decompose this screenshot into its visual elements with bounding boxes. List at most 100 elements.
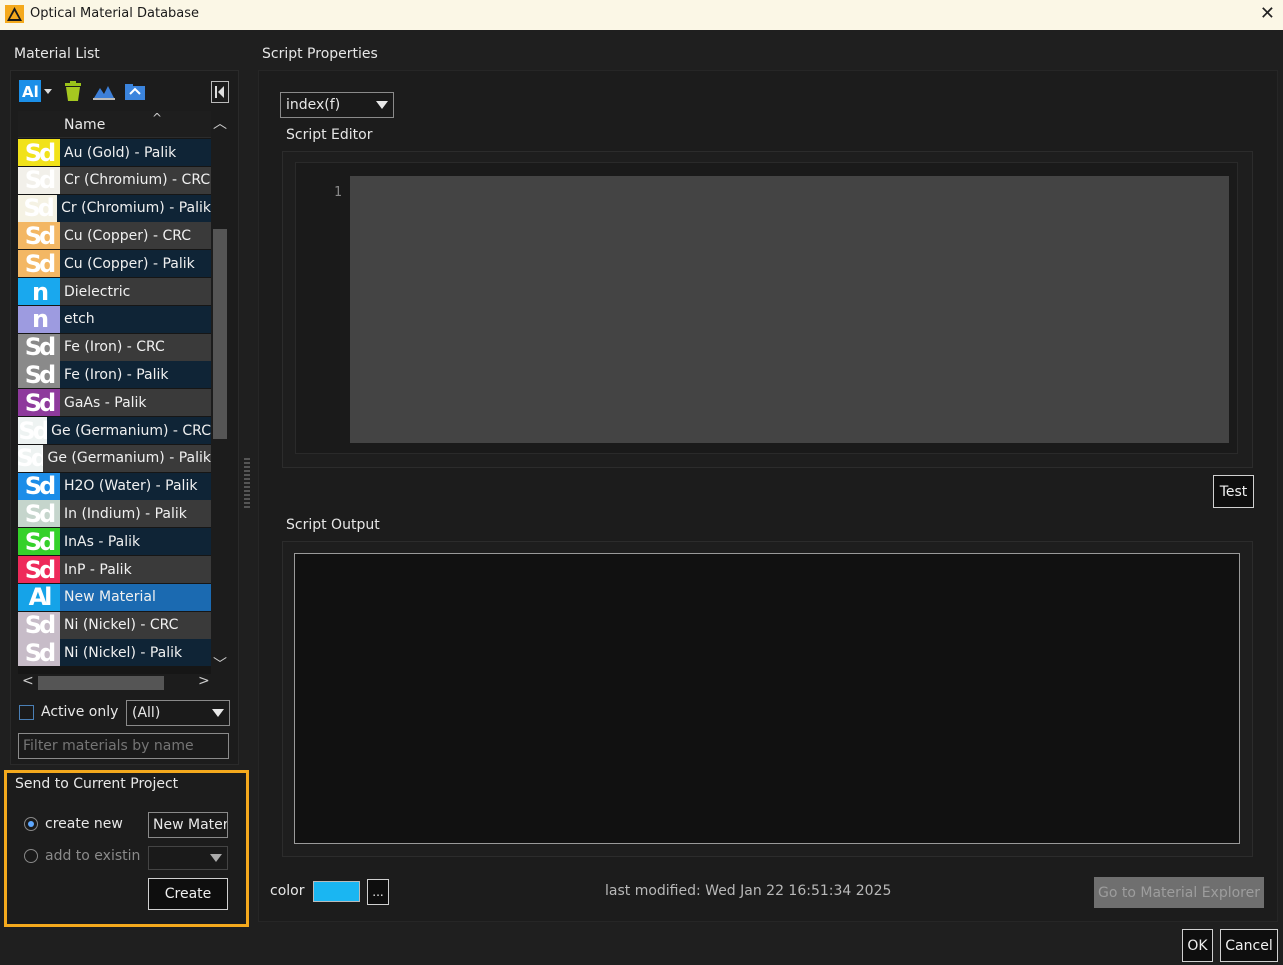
go-to-material-explorer-button[interactable]: Go to Material Explorer — [1094, 877, 1264, 908]
material-name: In (Indium) - Palik — [64, 505, 187, 522]
material-row[interactable]: Sd H2O (Water) - Palik — [18, 472, 211, 500]
material-name: Fe (Iron) - CRC — [64, 339, 165, 356]
script-editor-label: Script Editor — [286, 127, 373, 143]
material-row[interactable]: Sd InAs - Palik — [18, 528, 211, 556]
filter-materials-input[interactable] — [18, 733, 229, 759]
scroll-thumb[interactable] — [213, 229, 227, 439]
last-modified-text: last modified: Wed Jan 22 16:51:34 2025 — [605, 883, 892, 899]
material-type-icon: Sd — [18, 528, 60, 556]
close-icon[interactable]: ✕ — [1260, 3, 1275, 24]
chevron-up-icon[interactable]: ︿ — [211, 113, 229, 133]
panel-splitter[interactable] — [244, 458, 250, 508]
hscroll-thumb[interactable] — [38, 676, 164, 690]
title-bar: Optical Material Database ✕ — [0, 0, 1283, 30]
send-to-project-panel: Send to Current Project create new New M… — [4, 770, 249, 927]
material-name: etch — [64, 311, 95, 328]
material-name: Ni (Nickel) - CRC — [64, 617, 179, 634]
material-row[interactable]: Sd Cu (Copper) - CRC — [18, 222, 211, 250]
material-type-icon: Sd — [18, 333, 60, 361]
material-type-icon: Sd — [18, 444, 44, 472]
material-type-icon: Sd — [18, 222, 60, 250]
material-name: Dielectric — [64, 283, 131, 300]
material-name: Fe (Iron) - Palik — [64, 366, 169, 383]
delete-icon[interactable] — [62, 80, 84, 102]
chevron-left-icon[interactable]: < — [22, 673, 34, 689]
chevron-right-icon[interactable]: > — [198, 673, 210, 689]
create-new-label: create new — [45, 816, 123, 832]
active-only-checkbox[interactable] — [19, 705, 34, 720]
filter-select-value: (All) — [132, 705, 161, 721]
material-type-icon: Sd — [18, 417, 48, 444]
material-row[interactable]: Al New Material — [18, 583, 211, 611]
script-function-select[interactable]: index(f) — [280, 92, 394, 118]
material-name: Ge (Germanium) - Palik — [47, 450, 211, 467]
create-button[interactable]: Create — [148, 878, 228, 910]
collapse-panel-button[interactable] — [211, 81, 229, 103]
material-type-icon: Sd — [18, 166, 60, 194]
material-row[interactable]: Sd Fe (Iron) - Palik — [18, 361, 211, 389]
ok-button[interactable]: OK — [1182, 929, 1213, 962]
dropdown-caret-icon — [212, 709, 224, 717]
plot-icon[interactable] — [93, 80, 115, 102]
create-new-radio[interactable] — [24, 817, 38, 831]
material-type-icon: Sd — [18, 139, 60, 166]
material-row[interactable]: Sd Cr (Chromium) - CRC — [18, 166, 211, 194]
new-material-name-input[interactable]: New Materi — [148, 812, 228, 838]
material-row[interactable]: Sd In (Indium) - Palik — [18, 500, 211, 528]
material-name: Cu (Copper) - CRC — [64, 227, 192, 244]
material-type-icon: Al — [18, 583, 60, 611]
material-type-icon: Sd — [18, 361, 60, 389]
dropdown-caret-icon — [210, 854, 222, 862]
test-button[interactable]: Test — [1213, 475, 1254, 508]
material-row[interactable]: Sd Ni (Nickel) - CRC — [18, 611, 211, 639]
cancel-button[interactable]: Cancel — [1220, 929, 1278, 962]
line-number: 1 — [334, 185, 342, 200]
material-row[interactable]: n etch — [18, 305, 211, 333]
table-header: Name ^ — [18, 111, 211, 138]
material-type-icon: Sd — [18, 472, 60, 500]
sort-ascending-icon: ^ — [152, 111, 163, 125]
script-editor[interactable]: 1 — [295, 162, 1238, 454]
material-row[interactable]: Sd Cr (Chromium) - Palik — [18, 194, 211, 222]
add-to-existing-label: add to existing — [45, 848, 141, 864]
material-filter-select[interactable]: (All) — [126, 700, 230, 726]
script-code-area[interactable] — [350, 176, 1229, 443]
color-picker-button[interactable]: ... — [367, 879, 389, 905]
material-name: Cr (Chromium) - Palik — [61, 200, 211, 217]
send-section-label: Send to Current Project — [15, 776, 179, 792]
script-output[interactable] — [294, 553, 1240, 844]
material-type-icon: Sd — [18, 611, 60, 639]
existing-material-select[interactable] — [148, 846, 228, 870]
add-to-existing-radio[interactable] — [24, 849, 38, 863]
material-type-icon: Sd — [18, 556, 60, 583]
script-output-label: Script Output — [286, 517, 380, 533]
material-name: GaAs - Palik — [64, 394, 147, 411]
chevron-down-icon[interactable]: ﹀ — [211, 654, 229, 674]
material-row[interactable]: n Dielectric — [18, 278, 211, 305]
material-row[interactable]: Sd Ge (Germanium) - Palik — [18, 444, 211, 472]
material-name: Au (Gold) - Palik — [64, 144, 177, 161]
material-table[interactable]: Name ^ Sd Au (Gold) - Palik Sd Cr (Chromium… — [18, 111, 229, 674]
material-row[interactable]: Sd Ge (Germanium) - CRC — [18, 417, 211, 444]
material-type-icon: Sd — [18, 250, 60, 278]
horizontal-scrollbar[interactable]: < > — [18, 673, 229, 692]
window-title: Optical Material Database — [30, 6, 200, 21]
column-header-name[interactable]: Name — [64, 117, 105, 133]
color-label: color — [270, 883, 305, 899]
material-row[interactable]: Sd InP - Palik — [18, 556, 211, 583]
material-row[interactable]: Sd Au (Gold) - Palik — [18, 139, 211, 166]
material-name: InP - Palik — [64, 561, 132, 578]
material-name: Cu (Copper) - Palik — [64, 255, 195, 272]
dropdown-caret-icon — [376, 101, 388, 109]
add-material-button[interactable]: Al — [19, 80, 52, 102]
material-row[interactable]: Sd Cu (Copper) - Palik — [18, 250, 211, 278]
material-row[interactable]: Sd GaAs - Palik — [18, 389, 211, 417]
material-row[interactable]: Sd Ni (Nickel) - Palik — [18, 639, 211, 667]
color-swatch[interactable] — [313, 881, 360, 902]
material-type-icon: Sd — [18, 389, 60, 417]
material-row[interactable]: Sd Fe (Iron) - CRC — [18, 333, 211, 361]
material-type-icon: Sd — [18, 194, 58, 222]
vertical-scrollbar[interactable]: ︿ ﹀ — [211, 111, 229, 674]
import-icon[interactable] — [124, 80, 146, 102]
material-list-label: Material List — [14, 46, 100, 62]
